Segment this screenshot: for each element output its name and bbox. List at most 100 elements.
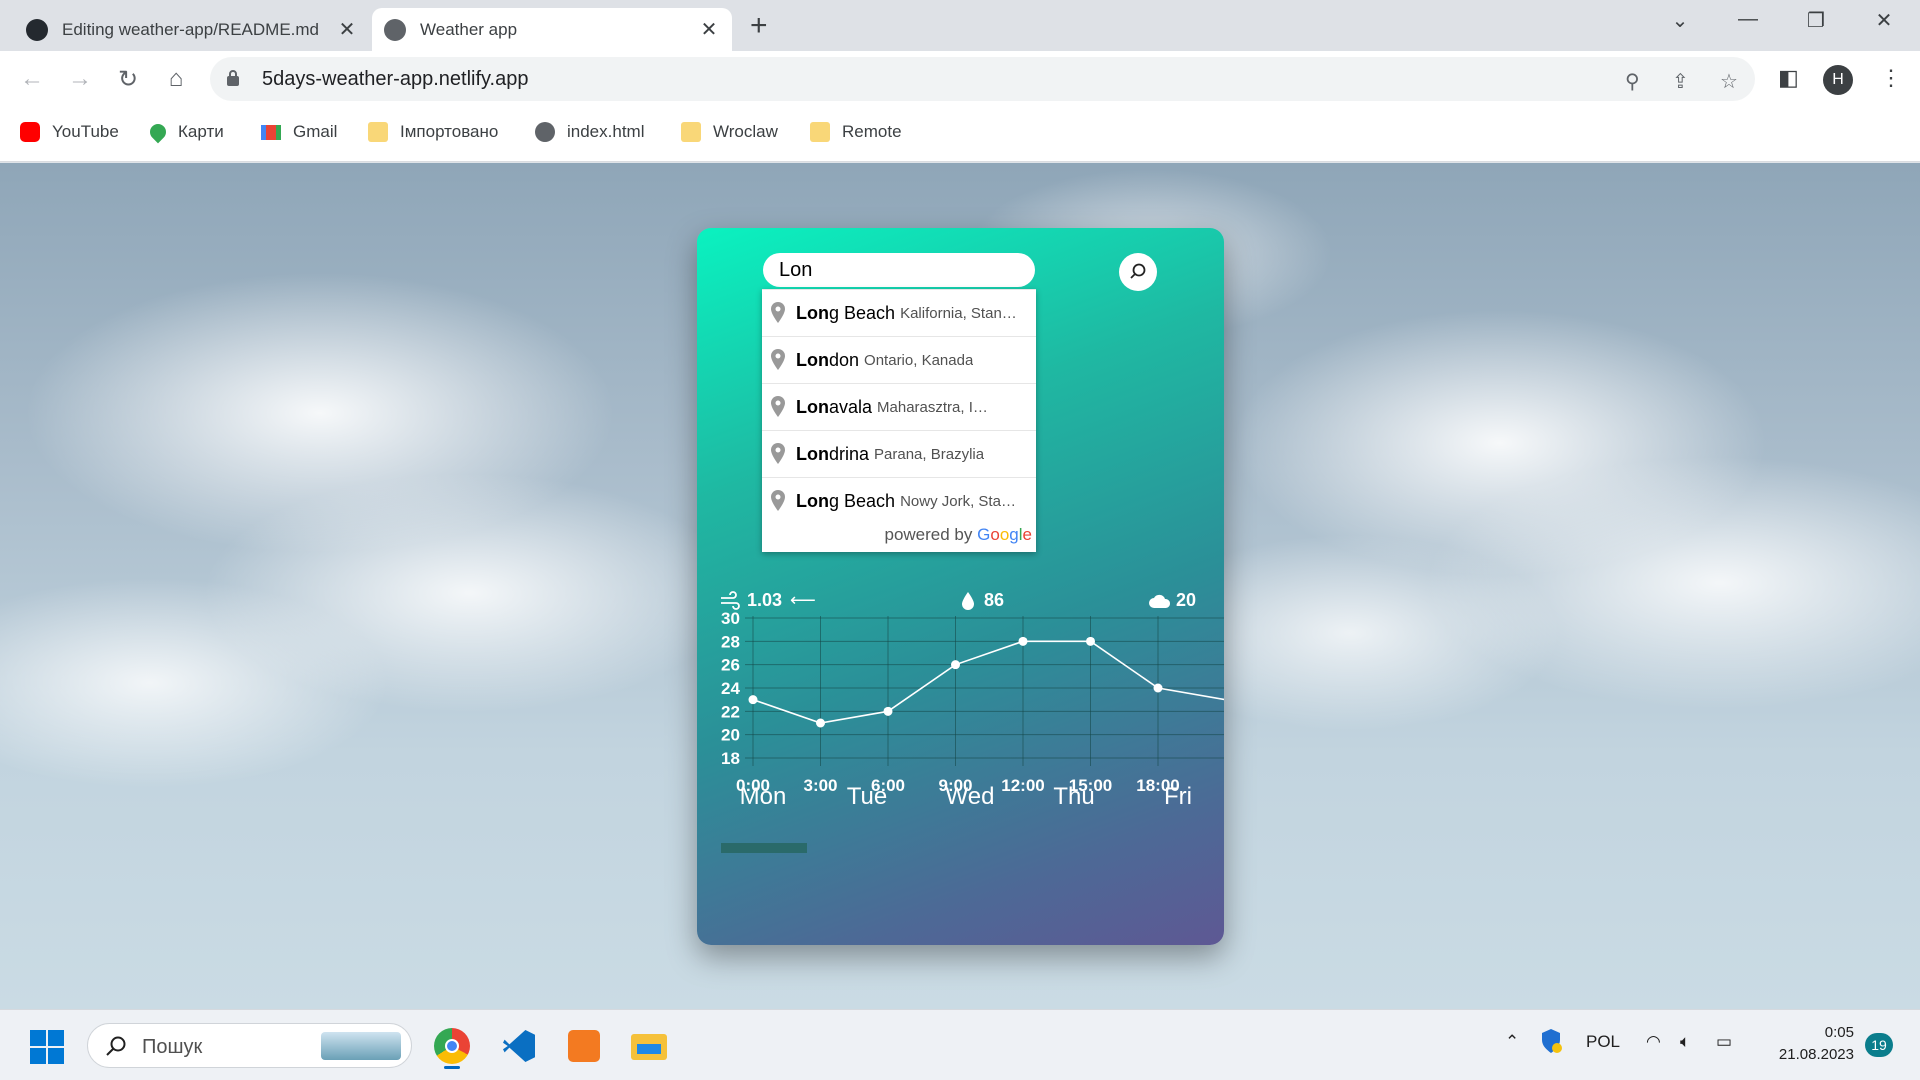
tab-github-readme[interactable]: Editing weather-app/README.md ✕	[14, 8, 370, 51]
reload-icon[interactable]: ↻	[112, 65, 144, 94]
window-close-icon[interactable]: ✕	[1854, 8, 1914, 33]
home-icon[interactable]: ⌂	[160, 65, 192, 93]
search-icon	[106, 1036, 126, 1056]
location-pin-icon	[771, 443, 785, 464]
maps-icon	[146, 120, 170, 144]
suggestion-item[interactable]: Londrina Parana, Brazylia	[762, 430, 1036, 477]
language-indicator[interactable]: POL	[1586, 1032, 1620, 1052]
globe-icon	[535, 122, 555, 142]
bookmark-label: Remote	[842, 122, 902, 141]
windows-start-icon[interactable]	[30, 1030, 64, 1064]
address-bar[interactable]: 5days-weather-app.netlify.app ⚲ ⇪ ☆	[210, 57, 1755, 101]
clouds-stat: 20	[1148, 590, 1196, 611]
wind-icon	[721, 590, 740, 610]
temperature-point	[951, 660, 960, 670]
tab-title: Editing weather-app/README.md	[62, 19, 320, 39]
close-icon[interactable]: ✕	[336, 17, 358, 42]
suggestion-item[interactable]: London Ontario, Kanada	[762, 336, 1036, 383]
day-tab-mon[interactable]: Mon	[723, 783, 803, 811]
tab-title: Weather app	[420, 19, 518, 39]
volume-icon[interactable]: 🔈︎	[1680, 1032, 1690, 1052]
bookmark-imported[interactable]: Імпортовано	[368, 122, 498, 142]
y-tick-label: 30	[721, 609, 740, 628]
bookmark-remote[interactable]: Remote	[810, 122, 902, 142]
share-icon[interactable]: ⇪	[1672, 69, 1689, 94]
humidity-stat: 86	[960, 590, 1004, 611]
wifi-icon[interactable]: ◠	[1646, 1032, 1661, 1052]
powered-by-text: powered by	[884, 525, 973, 544]
city-search-input[interactable]	[763, 253, 1035, 287]
url-text: 5days-weather-app.netlify.app	[262, 68, 529, 90]
location-pin-icon	[771, 349, 785, 370]
temperature-point	[1018, 636, 1028, 646]
autocomplete-dropdown: Long Beach Kalifornia, Stany Zjednoczone…	[762, 289, 1036, 552]
browser-toolbar: ← → ↻ ⌂ 5days-weather-app.netlify.app ⚲ …	[0, 51, 1920, 108]
new-tab-icon[interactable]: +	[750, 9, 768, 43]
y-tick-label: 24	[721, 679, 740, 698]
file-explorer-icon[interactable]	[625, 1022, 673, 1070]
bookmark-gmail[interactable]: Gmail	[261, 122, 337, 142]
folder-icon	[368, 122, 388, 142]
github-icon	[26, 18, 48, 41]
bookmark-maps[interactable]: Карти	[146, 120, 224, 144]
search-highlight-image	[321, 1032, 401, 1060]
bookmark-wroclaw[interactable]: Wroclaw	[681, 122, 778, 142]
folder-icon	[681, 122, 701, 142]
suggestion-match: Lon	[796, 443, 829, 464]
suggestion-item[interactable]: Long Beach Nowy Jork, Stany Zjednoczone	[762, 477, 1036, 524]
battery-icon[interactable]: ▭	[1716, 1032, 1732, 1052]
defender-icon[interactable]	[1540, 1028, 1562, 1059]
y-tick-label: 22	[721, 702, 740, 721]
bookmarks-bar: YouTube Карти Gmail Імпортовано index.ht…	[0, 108, 1920, 162]
back-icon[interactable]: ←	[16, 65, 48, 93]
tab-weather-app[interactable]: Weather app ✕	[372, 8, 732, 51]
powered-by-google: powered by Google	[884, 525, 1032, 545]
suggestion-item[interactable]: Lonavala Maharasztra, Indie	[762, 383, 1036, 430]
search-placeholder: Пошук	[142, 1036, 203, 1058]
suggestion-match: Lon	[796, 396, 829, 417]
wind-stat: 1.03 ⟵	[719, 590, 816, 611]
globe-icon	[384, 18, 406, 41]
suggestion-rest: g Beach	[829, 490, 896, 511]
bookmark-label: Карти	[178, 122, 224, 141]
temperature-point	[1153, 683, 1163, 693]
menu-icon[interactable]: ⋮	[1880, 65, 1902, 91]
day-tab-tue[interactable]: Tue	[827, 783, 907, 811]
minimize-icon[interactable]: —	[1718, 8, 1778, 31]
youtube-icon	[20, 122, 40, 142]
search-button[interactable]	[1119, 253, 1157, 291]
avatar[interactable]: H	[1823, 65, 1853, 95]
google-logo: Google	[977, 525, 1032, 544]
temperature-points	[748, 636, 1163, 728]
location-pin-icon	[771, 302, 785, 323]
day-tab-thu[interactable]: Thu	[1034, 783, 1114, 811]
folder-icon	[810, 122, 830, 142]
restore-icon[interactable]: ❐	[1786, 8, 1846, 33]
tab-search-icon[interactable]: ⌄	[1650, 8, 1710, 33]
day-tab-fri[interactable]: Fri	[1138, 783, 1218, 811]
vscode-icon[interactable]	[495, 1022, 543, 1070]
clouds-value: 20	[1176, 590, 1197, 610]
side-panel-icon[interactable]: ◧	[1778, 65, 1799, 91]
suggestion-rest: don	[829, 349, 860, 370]
xampp-icon[interactable]	[560, 1022, 608, 1070]
system-clock[interactable]: 0:05 21.08.2023	[1764, 1022, 1854, 1066]
bookmark-star-icon[interactable]: ☆	[1720, 69, 1738, 94]
location-icon[interactable]: ⚲	[1625, 69, 1640, 94]
suggestion-secondary: Nowy Jork, Stany Zjednoczone	[900, 492, 1018, 510]
forward-icon[interactable]: →	[64, 65, 96, 93]
suggestion-item[interactable]: Long Beach Kalifornia, Stany Zjednoczone	[762, 289, 1036, 336]
page-background: Long Beach Kalifornia, Stany Zjednoczone…	[0, 163, 1920, 1009]
taskbar-search[interactable]: Пошук	[87, 1023, 412, 1068]
close-icon[interactable]: ✕	[698, 17, 720, 42]
suggestion-match: Lon	[796, 490, 829, 511]
gmail-icon	[261, 124, 281, 140]
chrome-icon[interactable]	[428, 1022, 476, 1070]
droplet-icon	[962, 591, 974, 610]
bookmark-youtube[interactable]: YouTube	[20, 122, 119, 142]
day-tab-wed[interactable]: Wed	[930, 783, 1010, 811]
notification-badge[interactable]: 19	[1865, 1033, 1893, 1057]
bookmark-label: index.html	[567, 122, 645, 141]
bookmark-index[interactable]: index.html	[535, 122, 644, 142]
chevron-up-icon[interactable]: ⌃	[1505, 1032, 1519, 1052]
